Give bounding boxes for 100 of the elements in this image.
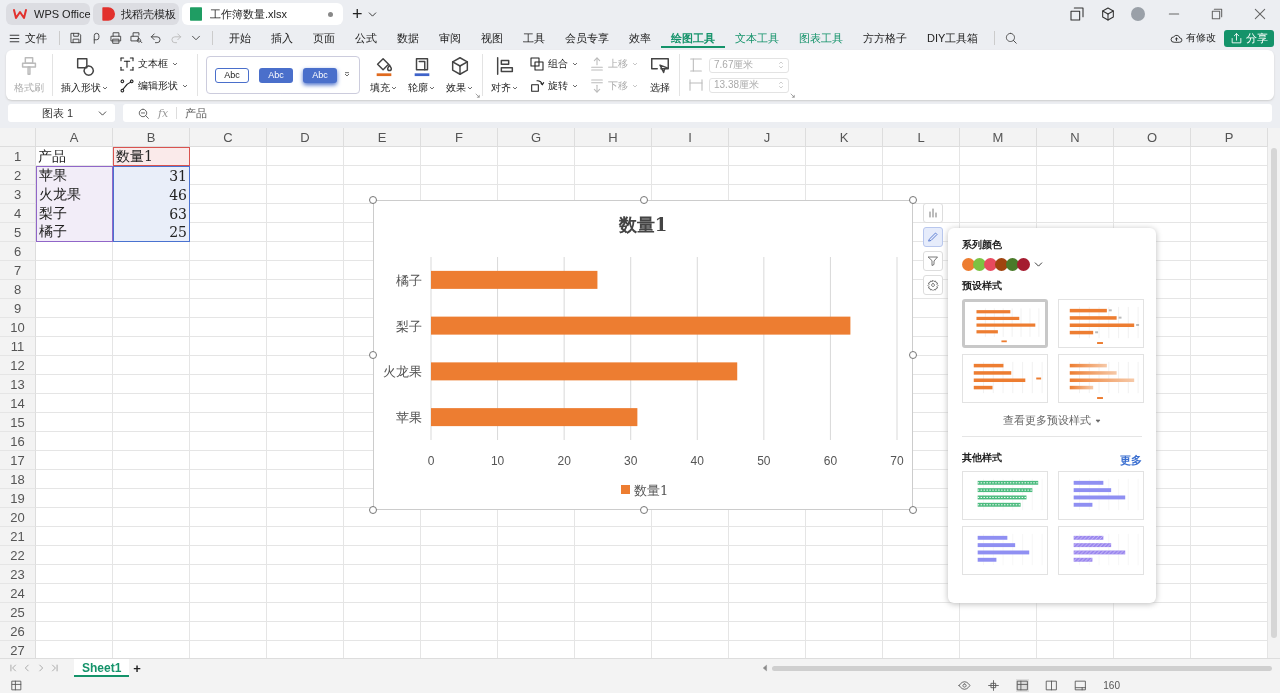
row-header[interactable]: 16 — [0, 432, 36, 451]
zoom-level[interactable]: 160 — [1103, 679, 1120, 691]
close-icon[interactable] — [1252, 6, 1268, 22]
page-break-icon[interactable] — [1074, 678, 1088, 692]
ribbon-button[interactable]: 对齐 — [491, 55, 519, 95]
row-header[interactable]: 19 — [0, 489, 36, 508]
sheet-tab[interactable]: Sheet1 — [74, 659, 130, 677]
resize-handle[interactable] — [640, 506, 648, 514]
print-preview-icon[interactable] — [129, 31, 143, 45]
add-sheet-button[interactable]: + — [133, 660, 141, 676]
file-tab[interactable]: 找稻壳模板 — [93, 3, 179, 25]
column-header[interactable]: N — [1037, 128, 1114, 147]
eye-icon[interactable] — [958, 678, 972, 692]
chart-style-preview[interactable] — [962, 526, 1048, 575]
row-header[interactable]: 25 — [0, 603, 36, 622]
ribbon-button[interactable]: 插入形状 — [61, 55, 109, 95]
menu-tab[interactable]: 工具 — [513, 28, 555, 48]
more-presets-link[interactable]: 查看更多预设样式 — [1002, 413, 1102, 428]
row-header[interactable]: 22 — [0, 546, 36, 565]
row-header[interactable]: 7 — [0, 261, 36, 280]
horizontal-scrollbar[interactable] — [772, 665, 1272, 671]
column-header[interactable]: I — [652, 128, 729, 147]
undo-icon[interactable] — [149, 31, 163, 45]
menu-tab[interactable]: 审阅 — [429, 28, 471, 48]
menu-tab[interactable]: 会员专享 — [555, 28, 619, 48]
crosshair-icon[interactable] — [987, 678, 1001, 692]
row-header[interactable]: 23 — [0, 565, 36, 584]
cube-icon[interactable] — [1100, 6, 1116, 22]
resize-handle[interactable] — [369, 196, 377, 204]
bar-chart-button[interactable] — [923, 203, 943, 223]
resize-handle[interactable] — [369, 506, 377, 514]
row-header[interactable]: 8 — [0, 280, 36, 299]
ribbon-button[interactable]: 选择 — [649, 55, 671, 95]
menu-tab[interactable]: 文本工具 — [725, 28, 789, 48]
menu-tab[interactable]: 方方格子 — [853, 28, 917, 48]
menu-tab[interactable]: 页面 — [303, 28, 345, 48]
settings-button[interactable] — [923, 275, 943, 295]
resize-handle[interactable] — [909, 351, 917, 359]
chart-style-preview[interactable] — [1058, 354, 1144, 403]
row-header[interactable]: 11 — [0, 337, 36, 356]
row-header[interactable]: 21 — [0, 527, 36, 546]
formula-bar[interactable]: fx 产品 — [123, 104, 1272, 122]
column-header[interactable]: L — [883, 128, 960, 147]
print-icon[interactable] — [109, 31, 123, 45]
column-header[interactable]: J — [729, 128, 806, 147]
row-header[interactable]: 24 — [0, 584, 36, 603]
column-header[interactable]: K — [806, 128, 883, 147]
avatar[interactable] — [1131, 7, 1145, 21]
menu-tab[interactable]: 插入 — [261, 28, 303, 48]
row-header[interactable]: 15 — [0, 413, 36, 432]
column-header[interactable]: E — [344, 128, 421, 147]
menu-tab[interactable]: 数据 — [387, 28, 429, 48]
file-menu[interactable]: 文件 — [8, 30, 53, 46]
file-tab[interactable]: WPS Office — [6, 3, 90, 25]
chart-style-preview[interactable] — [1058, 471, 1144, 520]
shape-style-button[interactable]: Abc — [303, 67, 337, 83]
shape-style-button[interactable]: Abc — [259, 67, 293, 83]
row-header[interactable]: 1 — [0, 147, 36, 166]
column-header[interactable]: O — [1114, 128, 1191, 147]
ribbon-button[interactable]: 编辑形状 — [119, 78, 189, 94]
row-header[interactable]: 20 — [0, 508, 36, 527]
menu-tab[interactable]: 图表工具 — [789, 28, 853, 48]
search-icon[interactable] — [1004, 31, 1019, 45]
row-header[interactable]: 17 — [0, 451, 36, 470]
row-header[interactable]: 14 — [0, 394, 36, 413]
menu-tab[interactable]: 效率 — [619, 28, 661, 48]
file-tab[interactable]: 工作簿数量.xlsx — [182, 3, 343, 25]
row-header[interactable]: 18 — [0, 470, 36, 489]
menu-tab[interactable]: 公式 — [345, 28, 387, 48]
more-link[interactable]: 更多 — [1120, 452, 1142, 468]
save-status-button[interactable]: 有修改 — [1170, 31, 1216, 45]
restore-icon[interactable] — [1209, 6, 1225, 22]
resize-handle[interactable] — [640, 196, 648, 204]
menu-tab[interactable]: DIY工具箱 — [917, 28, 989, 48]
resize-handle[interactable] — [909, 506, 917, 514]
color-scheme-button[interactable] — [962, 258, 1028, 271]
ribbon-button[interactable]: 填充 — [370, 55, 398, 95]
ribbon-button[interactable]: 轮廓 — [408, 55, 436, 95]
row-header[interactable]: 13 — [0, 375, 36, 394]
ribbon-button[interactable]: 组合 — [529, 56, 579, 72]
chart-style-preview[interactable] — [962, 471, 1048, 520]
gallery-more-icon[interactable] — [343, 71, 351, 79]
ribbon-button[interactable]: 旋转 — [529, 78, 579, 94]
filter-button[interactable] — [923, 251, 943, 271]
ribbon-button[interactable]: 文本框 — [119, 56, 189, 72]
new-tab-button[interactable]: + — [352, 3, 363, 25]
chart-style-preview[interactable] — [962, 354, 1048, 403]
sheet-icon[interactable] — [10, 678, 23, 692]
menu-tab[interactable]: 视图 — [471, 28, 513, 48]
row-header[interactable]: 9 — [0, 299, 36, 318]
column-header[interactable]: F — [421, 128, 498, 147]
shape-style-button[interactable]: Abc — [215, 67, 249, 83]
resize-handle[interactable] — [369, 351, 377, 359]
column-header[interactable]: H — [575, 128, 652, 147]
windows-icon[interactable] — [1069, 6, 1085, 22]
save-icon[interactable] — [69, 31, 83, 45]
share-button[interactable]: 分享 — [1224, 29, 1274, 47]
resize-handle[interactable] — [909, 196, 917, 204]
column-header[interactable]: G — [498, 128, 575, 147]
row-header[interactable]: 12 — [0, 356, 36, 375]
